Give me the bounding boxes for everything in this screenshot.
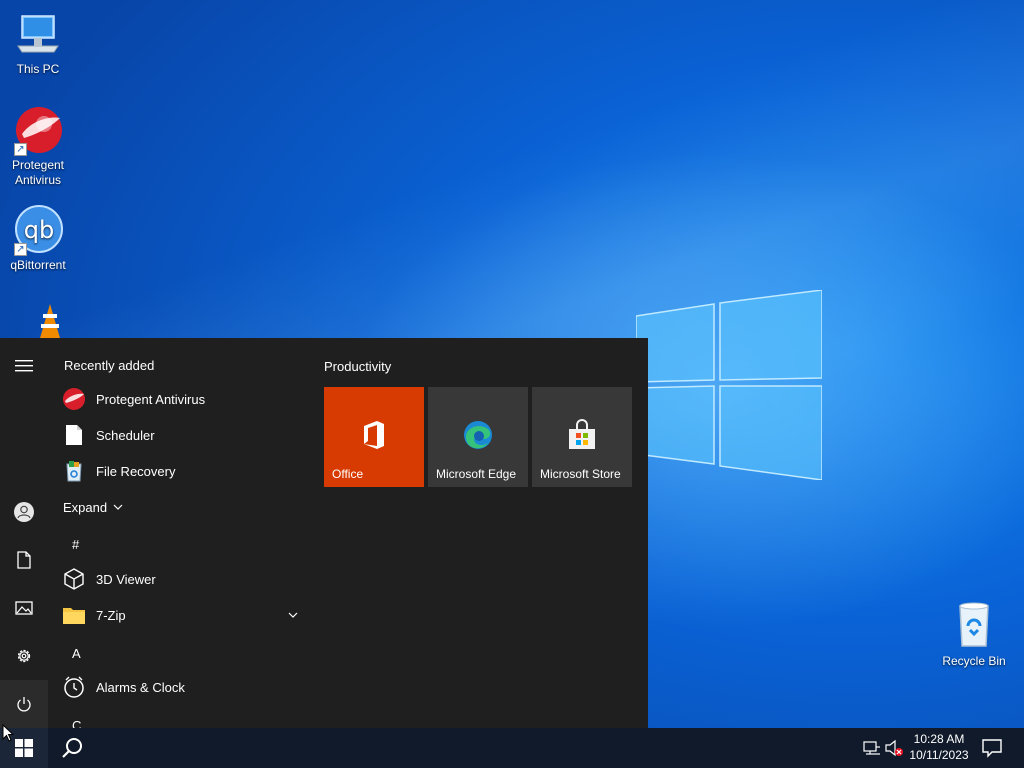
gear-icon: [17, 649, 31, 663]
user-account-button[interactable]: [0, 488, 48, 536]
settings-button[interactable]: [0, 632, 48, 680]
tile-office[interactable]: Office: [324, 387, 424, 487]
taskbar-clock[interactable]: 10:28 AM 10/11/2023: [904, 731, 974, 763]
app-item-label: Scheduler: [96, 427, 155, 443]
mouse-cursor-icon: [2, 724, 14, 742]
network-icon[interactable]: [862, 738, 882, 758]
power-button[interactable]: [0, 680, 48, 728]
pictures-button[interactable]: [0, 584, 48, 632]
tiles-area: Productivity Office Microsoft Edge Micro…: [312, 338, 648, 728]
documents-button[interactable]: [0, 536, 48, 584]
pictures-icon: [15, 601, 33, 615]
desktop-icon-recycle-bin[interactable]: Recycle Bin: [936, 600, 1012, 669]
chevron-down-icon: [113, 504, 123, 510]
search-icon: [62, 738, 82, 758]
app-item-label: Alarms & Clock: [96, 679, 185, 695]
folder-icon: [62, 603, 86, 627]
vlc-cone-icon: [12, 302, 64, 338]
taskbar: 10:28 AM 10/11/2023: [0, 728, 1024, 768]
desktop-icon-label: Protegent Antivirus: [11, 158, 65, 187]
protegent-icon: ↗: [12, 104, 64, 156]
desktop-icon-vlc[interactable]: [0, 302, 76, 338]
recent-item-protegent-antivirus[interactable]: Protegent Antivirus: [62, 381, 306, 417]
clock-time: 10:28 AM: [913, 732, 965, 746]
tile-label: Microsoft Edge: [436, 467, 517, 481]
start-menu: Recently added Protegent Antivirus Sched…: [0, 338, 648, 728]
power-icon: [17, 697, 31, 712]
cube-icon: [62, 567, 86, 591]
app-item-label: 3D Viewer: [96, 571, 156, 587]
expand-button[interactable]: Expand: [62, 489, 162, 525]
tile-microsoft-edge[interactable]: Microsoft Edge: [428, 387, 528, 487]
clock-icon: [62, 675, 86, 699]
store-bag-icon: [569, 419, 595, 449]
letter-header-a[interactable]: A: [72, 646, 81, 661]
recycle-bin-icon: [62, 459, 86, 483]
office-icon: [364, 421, 384, 449]
tile-group-title: Productivity: [324, 359, 392, 374]
document-icon: [17, 551, 31, 569]
app-item-7-zip[interactable]: 7-Zip: [62, 597, 306, 633]
recently-added-heading: Recently added: [64, 358, 155, 373]
desktop-icon-protegent-antivirus[interactable]: ↗ Protegent Antivirus: [0, 104, 76, 188]
desktop-icon-qbittorrent[interactable]: qb ↗ qBittorrent: [0, 204, 76, 273]
clock-date: 10/11/2023: [909, 748, 969, 762]
volume-muted-icon[interactable]: [884, 738, 904, 758]
tile-label: Office: [332, 467, 364, 481]
start-menu-rail: [0, 338, 48, 728]
desktop-icon-label: Recycle Bin: [942, 654, 1006, 668]
recent-item-file-recovery[interactable]: File Recovery: [62, 453, 306, 489]
svg-text:qb: qb: [24, 216, 54, 244]
app-item-label: 7-Zip: [96, 607, 126, 623]
edge-icon: [464, 421, 492, 449]
app-item-label: Protegent Antivirus: [96, 391, 206, 407]
desktop-icon-label: qBittorrent: [10, 258, 66, 272]
tile-microsoft-store[interactable]: Microsoft Store: [532, 387, 632, 487]
qbittorrent-icon: qb ↗: [12, 204, 64, 256]
hamburger-menu-button[interactable]: [0, 342, 48, 390]
expand-label: Expand: [63, 499, 108, 515]
letter-header-hash[interactable]: #: [72, 537, 79, 552]
app-list: Recently added Protegent Antivirus Sched…: [48, 338, 312, 728]
app-item-alarms-clock[interactable]: Alarms & Clock: [62, 669, 306, 705]
recent-item-scheduler[interactable]: Scheduler: [62, 417, 306, 453]
windows-logo-wallpaper: [636, 290, 822, 480]
protegent-icon: [62, 387, 86, 411]
recycle-bin-icon: [948, 600, 1000, 652]
app-item-label: File Recovery: [96, 463, 176, 479]
shortcut-arrow-icon: ↗: [14, 143, 27, 156]
letter-header-c[interactable]: C: [72, 718, 81, 728]
app-item-3d-viewer[interactable]: 3D Viewer: [62, 561, 306, 597]
user-avatar-icon: [14, 502, 34, 522]
document-icon: [62, 423, 86, 447]
desktop-icon-label: This PC: [16, 62, 60, 76]
search-button[interactable]: [48, 728, 96, 768]
computer-icon: [12, 8, 64, 60]
action-center-icon[interactable]: [980, 736, 1004, 760]
tile-label: Microsoft Store: [540, 467, 621, 481]
chevron-down-icon[interactable]: [288, 612, 298, 618]
hamburger-icon: [15, 360, 33, 372]
desktop-icon-this-pc[interactable]: This PC: [0, 8, 76, 77]
windows-start-icon: [15, 739, 33, 757]
shortcut-arrow-icon: ↗: [14, 243, 27, 256]
